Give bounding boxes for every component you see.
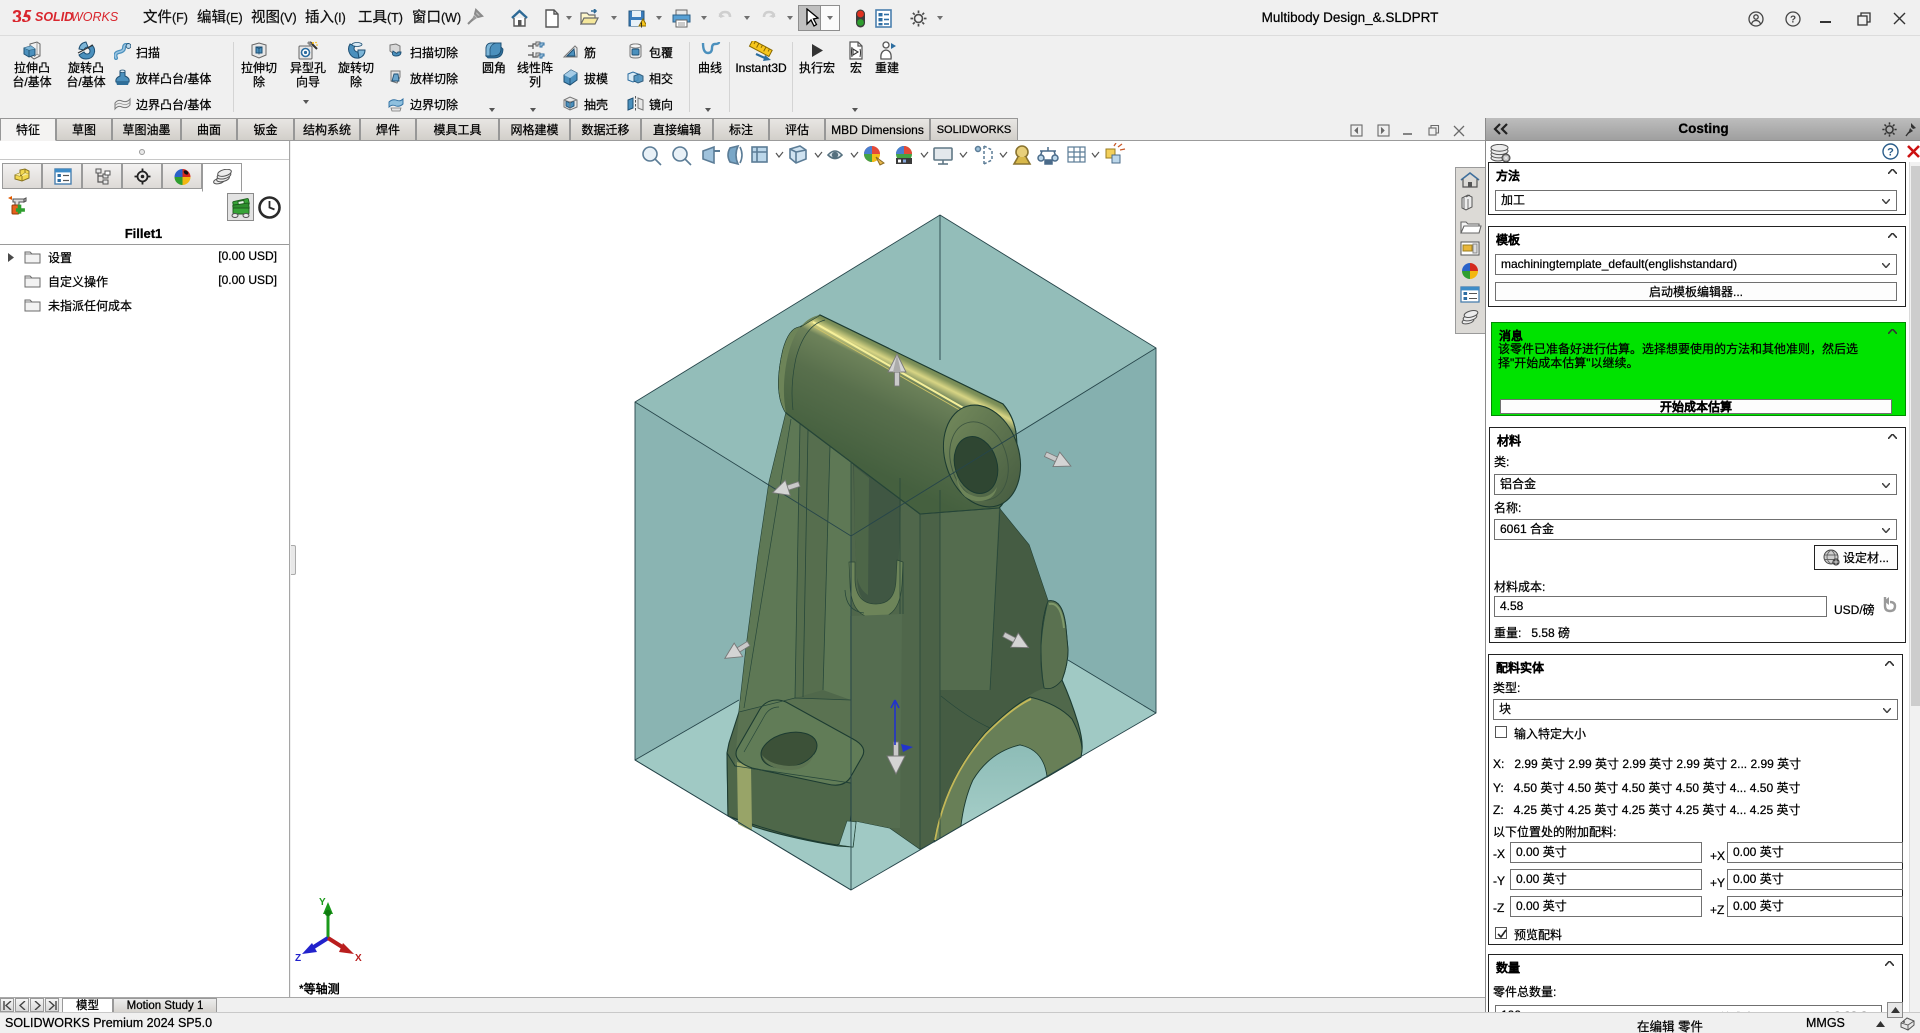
- svg-text:Y: Y: [319, 897, 326, 908]
- svg-text:WORKS: WORKS: [71, 10, 119, 24]
- svg-text:X: X: [355, 953, 362, 964]
- svg-text:Z: Z: [295, 953, 301, 964]
- svg-text:SOLID: SOLID: [35, 10, 73, 24]
- svg-text:?: ?: [1887, 147, 1894, 159]
- svg-text:!: !: [640, 23, 642, 29]
- svg-text:?: ?: [1790, 15, 1796, 26]
- svg-text:*等轴测: *等轴测: [299, 981, 340, 996]
